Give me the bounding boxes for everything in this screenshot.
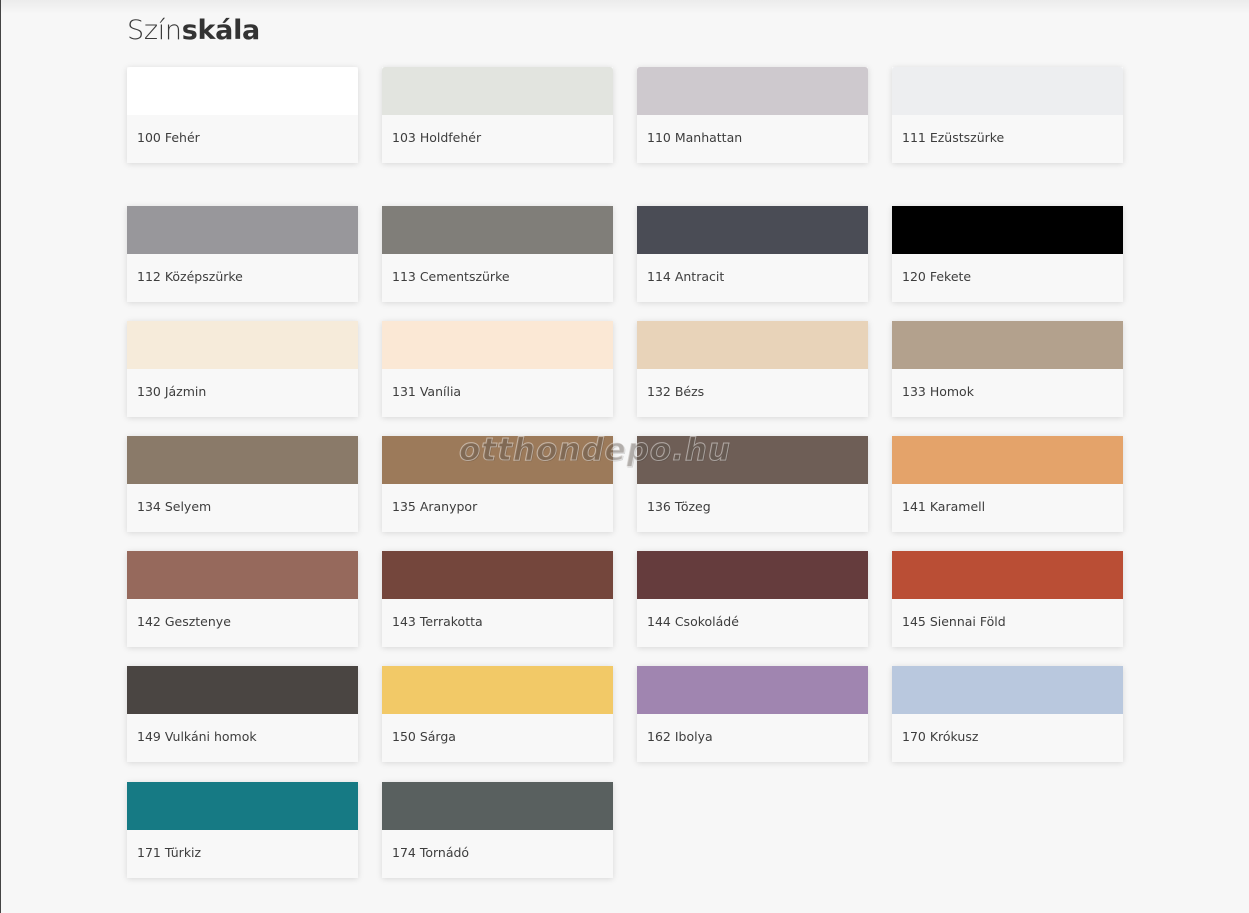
color-chip	[637, 551, 868, 599]
color-swatch-label: 150 Sárga	[392, 729, 456, 744]
color-swatch-label: 135 Aranypor	[392, 499, 478, 514]
color-swatch-label: 112 Középszürke	[137, 269, 243, 284]
title-light-part: Szín	[127, 15, 182, 46]
color-swatch-card[interactable]: 144 Csokoládé	[637, 551, 868, 647]
color-chip	[127, 436, 358, 484]
color-chip	[637, 67, 868, 115]
color-swatch-label: 143 Terrakotta	[392, 614, 483, 629]
color-swatch-card[interactable]: 120 Fekete	[892, 206, 1123, 302]
color-chip	[637, 321, 868, 369]
color-swatch-card[interactable]: 149 Vulkáni homok	[127, 666, 358, 762]
color-chip	[382, 206, 613, 254]
color-swatch-card[interactable]: 113 Cementszürke	[382, 206, 613, 302]
color-chip	[382, 436, 613, 484]
color-chip	[892, 551, 1123, 599]
color-swatch-label: 144 Csokoládé	[647, 614, 739, 629]
color-swatch-label: 100 Fehér	[137, 130, 200, 145]
color-swatch-card[interactable]: 142 Gesztenye	[127, 551, 358, 647]
color-swatch-card[interactable]: 150 Sárga	[382, 666, 613, 762]
page-title: Színskála	[127, 14, 260, 48]
color-chip	[127, 666, 358, 714]
color-chip	[637, 666, 868, 714]
color-swatch-label: 174 Tornádó	[392, 845, 470, 860]
color-swatch-label: 134 Selyem	[137, 499, 212, 514]
color-swatch-label: 113 Cementszürke	[392, 269, 510, 284]
color-swatch-card[interactable]: 112 Középszürke	[127, 206, 358, 302]
color-chip	[637, 206, 868, 254]
color-chip	[892, 321, 1123, 369]
color-swatch-card[interactable]: 174 Tornádó	[382, 782, 613, 878]
color-swatch-card[interactable]: 132 Bézs	[637, 321, 868, 417]
color-chip	[127, 321, 358, 369]
color-chip	[127, 782, 358, 830]
color-chip	[892, 67, 1123, 115]
color-swatch-card[interactable]: 145 Siennai Föld	[892, 551, 1123, 647]
color-chip	[637, 436, 868, 484]
title-bold-part: skála	[181, 15, 261, 46]
color-swatch-label: 110 Manhattan	[647, 130, 743, 145]
color-swatch-label: 145 Siennai Föld	[902, 614, 1006, 629]
color-swatch-label: 136 Tözeg	[647, 499, 711, 514]
color-chip	[127, 67, 358, 115]
color-swatch-card[interactable]: 130 Jázmin	[127, 321, 358, 417]
color-swatch-card[interactable]: 141 Karamell	[892, 436, 1123, 532]
color-swatch-card[interactable]: 103 Holdfehér	[382, 67, 613, 163]
color-swatch-label: 131 Vanília	[392, 384, 462, 399]
color-swatch-label: 170 Krókusz	[902, 729, 979, 744]
color-chip	[892, 436, 1123, 484]
color-swatch-card[interactable]: 171 Türkiz	[127, 782, 358, 878]
color-swatch-card[interactable]: 162 Ibolya	[637, 666, 868, 762]
color-chip	[382, 321, 613, 369]
color-swatch-label: 171 Türkiz	[137, 845, 202, 860]
color-chip	[892, 206, 1123, 254]
color-swatch-card[interactable]: 135 Aranypor	[382, 436, 613, 532]
color-swatch-card[interactable]: 100 Fehér	[127, 67, 358, 163]
color-swatch-card[interactable]: 131 Vanília	[382, 321, 613, 417]
color-swatch-card[interactable]: 133 Homok	[892, 321, 1123, 417]
color-chip	[382, 551, 613, 599]
color-swatch-label: 141 Karamell	[902, 499, 986, 514]
color-swatch-label: 111 Ezüstszürke	[902, 130, 1005, 145]
color-chip	[382, 782, 613, 830]
color-swatch-label: 133 Homok	[902, 384, 974, 399]
color-swatch-card[interactable]: 134 Selyem	[127, 436, 358, 532]
color-swatch-card[interactable]: 136 Tözeg	[637, 436, 868, 532]
color-chip	[892, 666, 1123, 714]
color-swatch-label: 132 Bézs	[647, 384, 705, 399]
color-swatch-card[interactable]: 170 Krókusz	[892, 666, 1123, 762]
color-swatch-label: 162 Ibolya	[647, 729, 713, 744]
color-swatch-card[interactable]: 143 Terrakotta	[382, 551, 613, 647]
color-chip	[127, 206, 358, 254]
color-swatch-label: 103 Holdfehér	[392, 130, 482, 145]
color-swatch-card[interactable]: 114 Antracit	[637, 206, 868, 302]
color-swatch-label: 149 Vulkáni homok	[137, 729, 257, 744]
color-swatch-card[interactable]: 110 Manhattan	[637, 67, 868, 163]
color-swatch-label: 130 Jázmin	[137, 384, 207, 399]
color-chip	[382, 666, 613, 714]
top-shadow	[1, 0, 1249, 14]
color-swatch-card[interactable]: 111 Ezüstszürke	[892, 67, 1123, 163]
color-swatch-label: 120 Fekete	[902, 269, 972, 284]
color-swatch-label: 142 Gesztenye	[137, 614, 231, 629]
color-chip	[127, 551, 358, 599]
color-swatch-label: 114 Antracit	[647, 269, 725, 284]
color-chip	[382, 67, 613, 115]
